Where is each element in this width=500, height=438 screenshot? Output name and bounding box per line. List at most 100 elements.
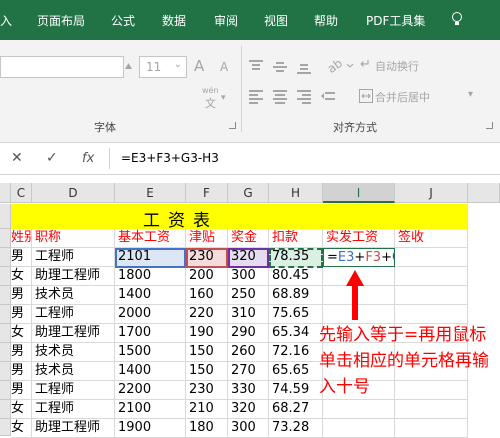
select-all-corner[interactable]	[0, 183, 11, 203]
gender-cell[interactable]: 男	[11, 362, 32, 381]
tab-data[interactable]: 数据	[162, 12, 186, 29]
allowance-cell[interactable]: 180	[186, 419, 228, 438]
title-cell[interactable]: 助理工程师	[32, 267, 115, 286]
deduction-cell[interactable]: 80.45	[269, 267, 323, 286]
header-title[interactable]: 职称	[32, 229, 115, 248]
merge-center-button[interactable]: 合并后居中	[375, 89, 430, 105]
gender-cell[interactable]: 女	[11, 324, 32, 343]
bonus-cell[interactable]: 290	[228, 324, 269, 343]
row-header[interactable]	[0, 229, 11, 248]
dialog-launcher-icon[interactable]	[486, 122, 493, 129]
bonus-cell[interactable]: 270	[228, 362, 269, 381]
row-header[interactable]	[0, 305, 11, 324]
merge-dropdown-arrow-icon[interactable]: ▾	[468, 89, 473, 100]
deduction-cell[interactable]: 74.59	[269, 381, 323, 400]
row-header[interactable]	[0, 267, 11, 286]
row-header[interactable]	[0, 343, 11, 362]
title-cell[interactable]: 技术员	[32, 362, 115, 381]
base-salary-cell[interactable]: 1800	[115, 267, 186, 286]
tab-page-layout[interactable]: 页面布局	[37, 12, 85, 29]
phonetic-guide-icon[interactable]: wén	[202, 86, 219, 95]
header-base-salary[interactable]: 基本工资	[115, 229, 186, 248]
net-salary-cell[interactable]	[323, 400, 395, 419]
base-salary-cell[interactable]: 1400	[115, 286, 186, 305]
allowance-cell[interactable]: 150	[186, 362, 228, 381]
up-arrow-icon[interactable]	[124, 62, 133, 70]
deduction-cell[interactable]: 73.28	[269, 419, 323, 438]
function-icon[interactable]: fx	[82, 151, 94, 166]
deduction-cell[interactable]: 65.34	[269, 324, 323, 343]
column-header-blank[interactable]	[468, 183, 500, 203]
dialog-launcher-icon[interactable]	[229, 122, 236, 129]
row-header[interactable]	[0, 381, 11, 400]
gender-cell[interactable]: 女	[11, 419, 32, 438]
gender-cell[interactable]: 男	[11, 286, 32, 305]
signature-cell[interactable]	[395, 248, 468, 267]
tab-formulas[interactable]: 公式	[111, 12, 135, 29]
signature-cell[interactable]	[395, 419, 468, 438]
gender-cell[interactable]: 女	[11, 267, 32, 286]
bonus-cell[interactable]: 310	[228, 305, 269, 324]
bonus-cell[interactable]: 260	[228, 343, 269, 362]
title-cell[interactable]: 技术员	[32, 286, 115, 305]
base-salary-cell[interactable]: 2200	[115, 381, 186, 400]
vertical-align-buttons[interactable]	[249, 58, 335, 76]
row-header[interactable]	[0, 362, 11, 381]
formula-input[interactable]: =E3+F3+G3-H3	[121, 151, 219, 165]
gender-cell[interactable]: 女	[11, 400, 32, 419]
allowance-cell[interactable]: 160	[186, 286, 228, 305]
title-cell[interactable]: 助理工程师	[32, 324, 115, 343]
horizontal-align-buttons[interactable]	[249, 88, 349, 106]
base-salary-cell[interactable]: 1500	[115, 343, 186, 362]
header-signature[interactable]: 签收	[395, 229, 468, 248]
column-header-h[interactable]: H	[269, 183, 323, 203]
net-salary-edit-cell[interactable]: =E3+F3+G3-H3	[323, 248, 395, 267]
signature-cell[interactable]	[395, 267, 468, 286]
header-gender[interactable]: 姓别	[11, 229, 32, 248]
bonus-cell[interactable]: 320	[228, 400, 269, 419]
bonus-cell[interactable]: 300	[228, 419, 269, 438]
grow-font-icon[interactable]: A	[194, 57, 204, 75]
column-header-f[interactable]: F	[186, 183, 228, 203]
allowance-cell[interactable]: 190	[186, 324, 228, 343]
column-header-c[interactable]: C	[11, 183, 32, 203]
row-header[interactable]	[0, 248, 11, 267]
signature-cell[interactable]	[395, 286, 468, 305]
shrink-font-icon[interactable]: A	[220, 60, 228, 74]
header-deduction[interactable]: 扣款	[269, 229, 323, 248]
allowance-cell[interactable]: 210	[186, 400, 228, 419]
column-header-i[interactable]: I	[323, 183, 395, 203]
tab-help[interactable]: 帮助	[314, 12, 338, 29]
cancel-icon[interactable]: ✕	[11, 150, 23, 166]
allowance-cell[interactable]: 230	[186, 381, 228, 400]
column-header-e[interactable]: E	[115, 183, 186, 203]
tab-review[interactable]: 审阅	[214, 12, 238, 29]
deduction-cell[interactable]: 75.65	[269, 305, 323, 324]
title-cell[interactable]: 工程师	[32, 248, 115, 267]
allowance-cell[interactable]: 200	[186, 267, 228, 286]
title-cell[interactable]: 工程师	[32, 305, 115, 324]
title-cell[interactable]: 助理工程师	[32, 419, 115, 438]
phonetic-dropdown-arrow-icon[interactable]: ▾	[221, 93, 226, 103]
row-header[interactable]	[0, 324, 11, 343]
header-allowance[interactable]: 津贴	[186, 229, 228, 248]
row-header[interactable]	[0, 204, 11, 229]
allowance-cell[interactable]: 150	[186, 343, 228, 362]
row-header[interactable]	[0, 419, 11, 436]
deduction-cell[interactable]: 68.89	[269, 286, 323, 305]
column-header-g[interactable]: G	[228, 183, 269, 203]
header-bonus[interactable]: 奖金	[228, 229, 269, 248]
column-header-d[interactable]: D	[32, 183, 115, 203]
base-salary-cell[interactable]: 2000	[115, 305, 186, 324]
allowance-cell[interactable]: 220	[186, 305, 228, 324]
row-header[interactable]	[0, 400, 11, 419]
title-cell[interactable]: 工程师	[32, 400, 115, 419]
tab-insert[interactable]: 入	[0, 12, 12, 29]
signature-cell[interactable]	[395, 400, 468, 419]
base-salary-cell[interactable]: 1900	[115, 419, 186, 438]
gender-cell[interactable]: 男	[11, 305, 32, 324]
bonus-cell[interactable]: 300	[228, 267, 269, 286]
bonus-cell[interactable]: 330	[228, 381, 269, 400]
font-name-dropdown[interactable]	[0, 56, 124, 78]
gender-cell[interactable]: 男	[11, 343, 32, 362]
